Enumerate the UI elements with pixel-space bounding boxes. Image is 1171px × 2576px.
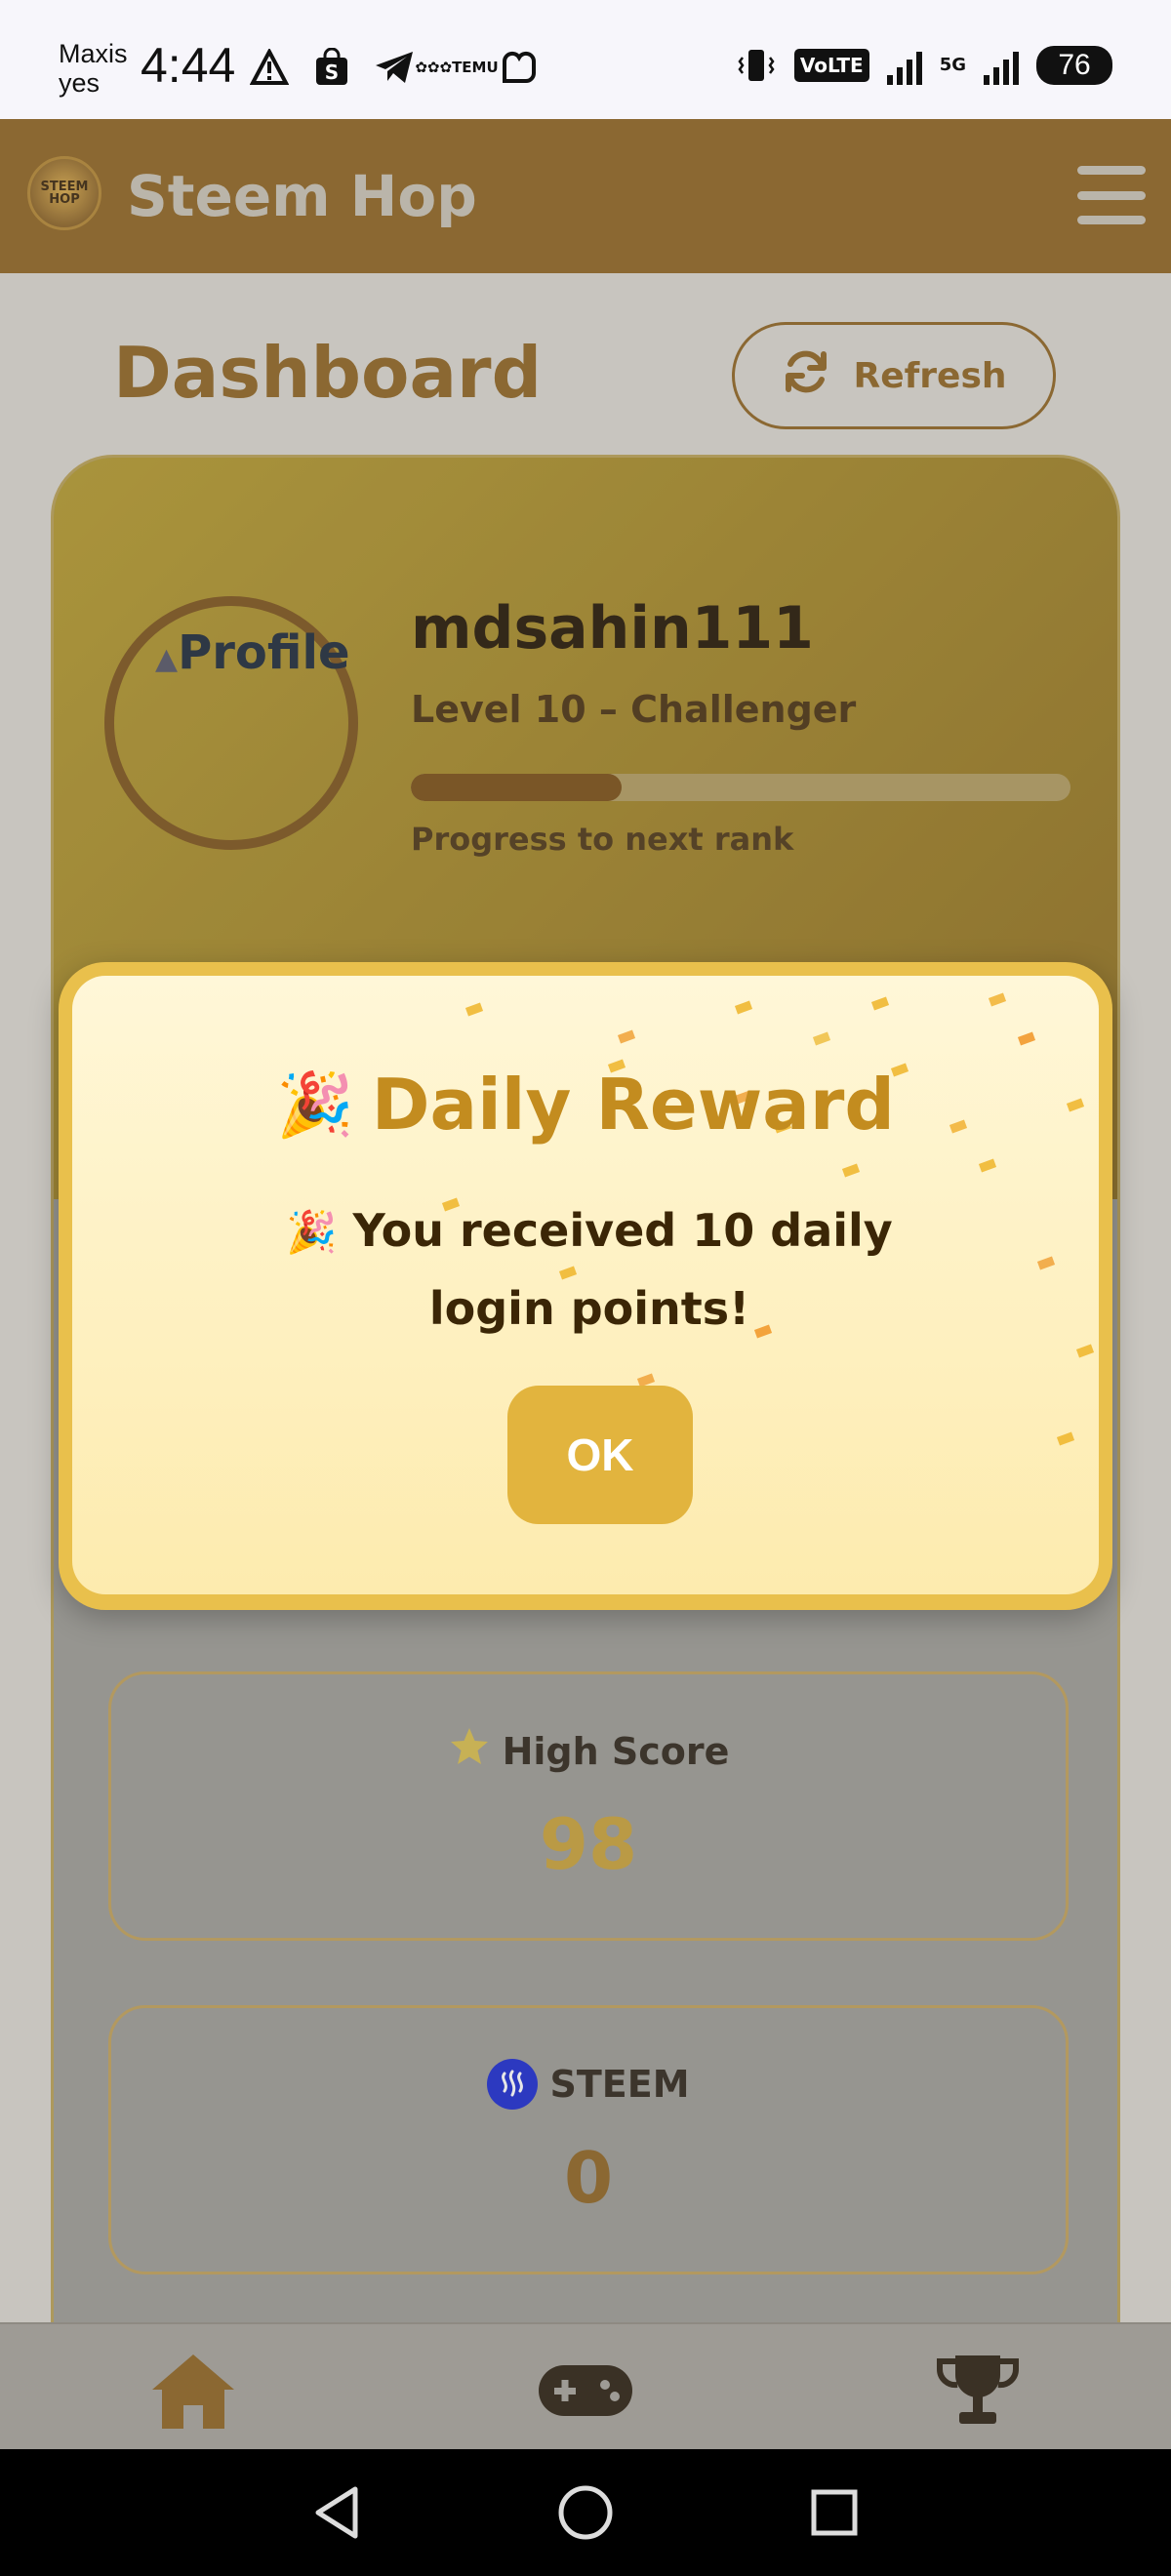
logo-text-2: HOP — [49, 192, 80, 207]
home-circle-icon[interactable] — [551, 2478, 620, 2547]
carrier-line-1: Maxis — [59, 39, 128, 68]
ok-button[interactable]: OK — [507, 1386, 693, 1524]
confetti — [978, 1158, 997, 1173]
daily-reward-modal: 🎉 Daily Reward 🎉 You received 10 daily l… — [59, 962, 1112, 1610]
status-time: 4:44 — [141, 38, 236, 93]
app-logo[interactable]: STEEM HOP — [27, 156, 101, 230]
broken-image-icon: ▲ — [155, 642, 179, 676]
home-icon — [152, 2355, 234, 2429]
shopping-icon: S — [311, 47, 352, 88]
confetti — [617, 1029, 636, 1044]
modal-body: 🎉 Daily Reward 🎉 You received 10 daily l… — [72, 976, 1099, 1594]
avatar-alt-text: ▲Profile — [155, 625, 350, 680]
confetti — [870, 996, 890, 1011]
system-status-icons: VoLTE 5G 76 — [736, 45, 1112, 86]
refresh-label: Refresh — [853, 355, 1007, 396]
modal-message-text: You received 10 daily login points! — [352, 1204, 893, 1335]
carrier-line-2: yes — [59, 68, 101, 98]
confetti — [812, 1031, 831, 1046]
avatar-alt-label: Profile — [178, 625, 350, 680]
rank-progress-bar — [411, 774, 1070, 801]
app-icon — [499, 47, 540, 88]
trophy-icon — [936, 2355, 1020, 2424]
app-header: STEEM HOP Steem Hop — [0, 119, 1171, 273]
confetti — [1017, 1031, 1036, 1046]
confetti — [1036, 1256, 1056, 1270]
nav-home[interactable] — [144, 2352, 242, 2430]
warning-icon — [249, 47, 290, 88]
battery-indicator: 76 — [1036, 46, 1112, 85]
volte-badge: VoLTE — [793, 49, 869, 82]
svg-text:S: S — [325, 60, 339, 84]
recents-icon[interactable] — [800, 2478, 868, 2547]
temu-label: TEMU — [452, 59, 499, 76]
confetti — [1075, 1344, 1095, 1358]
confetti — [841, 1163, 861, 1178]
nav-game[interactable] — [537, 2352, 634, 2430]
nav-leaderboard[interactable] — [929, 2352, 1027, 2430]
steem-header: STEEM — [111, 2059, 1066, 2110]
back-icon[interactable] — [303, 2478, 371, 2547]
party-popper-icon: 🎉 — [276, 1068, 354, 1142]
steem-icon — [487, 2059, 539, 2110]
confetti — [734, 1000, 753, 1015]
vibrate-icon — [736, 45, 777, 86]
progress-label: Progress to next rank — [411, 821, 794, 858]
avatar: ▲Profile — [104, 596, 358, 850]
modal-message: 🎉 You received 10 daily login points! — [219, 1192, 960, 1347]
app-title: Steem Hop — [127, 163, 477, 229]
high-score-label: High Score — [502, 1729, 730, 1773]
confetti — [464, 1002, 484, 1017]
party-popper-icon: 🎉 — [286, 1208, 338, 1256]
modal-title-text: Daily Reward — [371, 1064, 895, 1146]
refresh-button[interactable]: Refresh — [732, 322, 1056, 429]
temu-icon: ✿✿✿ TEMU — [415, 59, 499, 76]
signal-2-icon — [984, 46, 1019, 85]
confetti — [988, 992, 1007, 1007]
telegram-icon — [374, 47, 415, 88]
page-title: Dashboard — [113, 332, 543, 414]
steem-label: STEEM — [549, 2063, 690, 2106]
confetti — [1056, 1431, 1075, 1446]
carrier-label: Maxis yes — [59, 39, 128, 98]
network-type: 5G — [939, 55, 966, 75]
high-score-header: High Score — [111, 1725, 1066, 1777]
refresh-icon — [781, 346, 831, 406]
system-navigation-bar — [0, 2449, 1171, 2576]
gamepad-icon — [539, 2365, 632, 2416]
menu-icon[interactable] — [1077, 166, 1146, 224]
high-score-card: High Score 98 — [108, 1671, 1069, 1941]
username: mdsahin111 — [411, 594, 814, 663]
signal-1-icon — [886, 46, 922, 85]
notification-icons: S ✿✿✿ TEMU — [249, 47, 540, 88]
steem-card: STEEM 0 — [108, 2005, 1069, 2274]
level-label: Level 10 – Challenger — [411, 688, 857, 731]
bottom-navigation — [0, 2322, 1171, 2449]
steem-value: 0 — [563, 2137, 614, 2219]
high-score-value: 98 — [539, 1803, 638, 1885]
rank-progress-fill — [411, 774, 623, 801]
star-icon — [448, 1725, 491, 1777]
status-bar: Maxis yes 4:44 S ✿✿✿ TEMU VoLTE 5G 76 — [0, 0, 1171, 119]
modal-title: 🎉 Daily Reward — [72, 1064, 1099, 1146]
